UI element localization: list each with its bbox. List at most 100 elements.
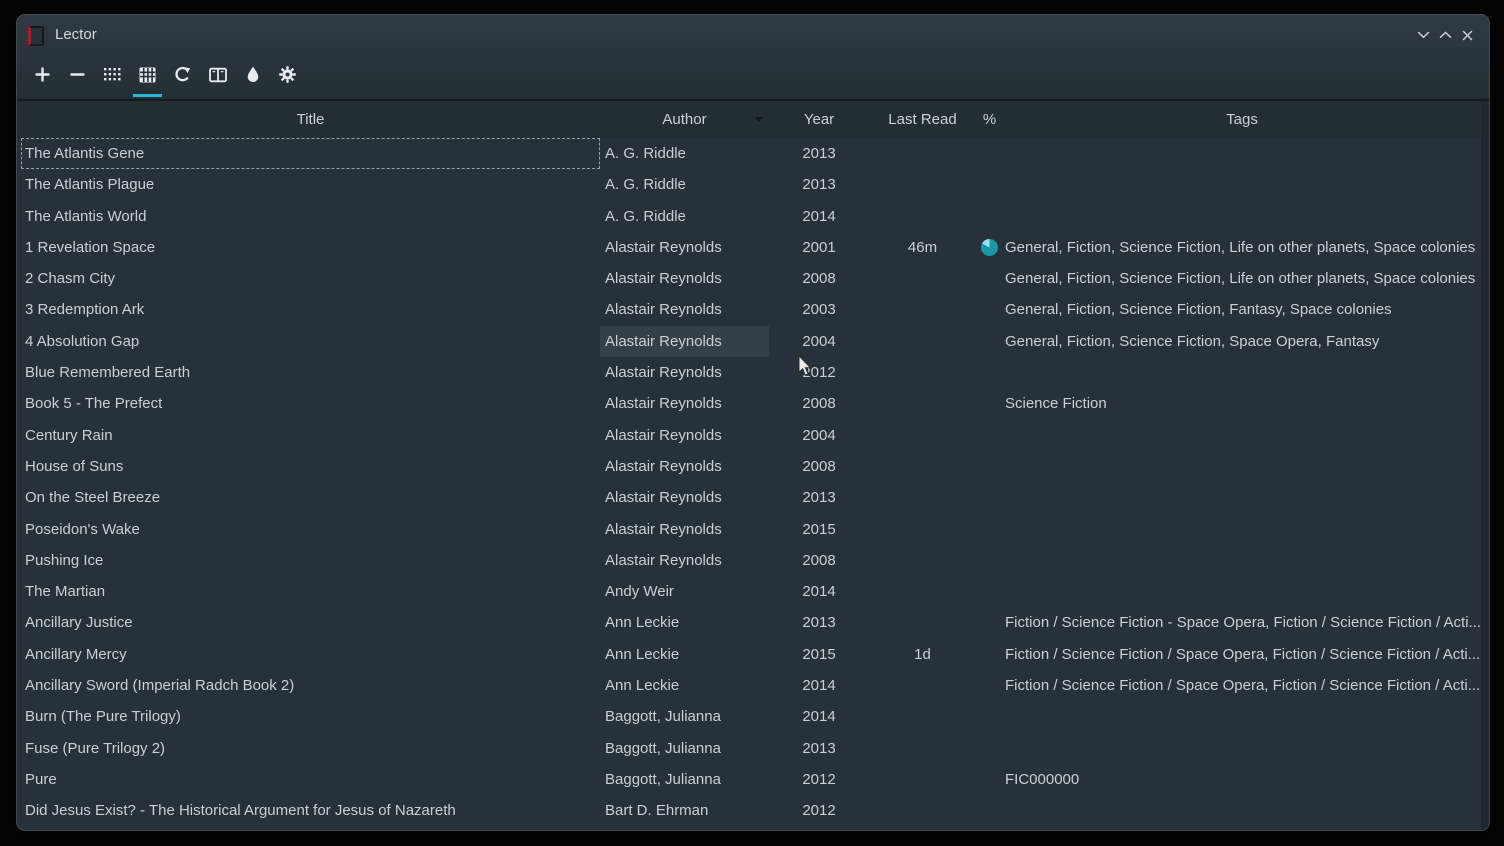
cell-tags[interactable]: General, Fiction, Science Fiction, Life …: [1003, 263, 1481, 294]
column-header-title[interactable]: Title: [21, 101, 600, 138]
cell-year[interactable]: 2008: [769, 451, 869, 482]
cell-last-read[interactable]: 1d: [869, 639, 976, 670]
cell-title[interactable]: Ancillary Justice: [21, 607, 600, 638]
cell-author[interactable]: A. G. Riddle: [600, 201, 769, 232]
cell-year[interactable]: 2003: [769, 294, 869, 325]
minimize-button[interactable]: [1416, 28, 1431, 43]
cell-author[interactable]: Alastair Reynolds: [600, 326, 769, 357]
cell-tags[interactable]: [1003, 701, 1481, 732]
table-row[interactable]: Blue Remembered EarthAlastair Reynolds20…: [21, 357, 1481, 388]
cell-tags[interactable]: [1003, 169, 1481, 200]
cell-author[interactable]: Alastair Reynolds: [600, 514, 769, 545]
cell-year[interactable]: 2001: [769, 232, 869, 263]
cell-year[interactable]: 2012: [769, 795, 869, 826]
cell-tags[interactable]: General, Fiction, Science Fiction, Fanta…: [1003, 294, 1481, 325]
cell-last-read[interactable]: [869, 451, 976, 482]
cell-title[interactable]: Book 5 - The Prefect: [21, 388, 600, 419]
cell-year[interactable]: 2004: [769, 326, 869, 357]
cell-progress[interactable]: [976, 545, 1003, 576]
cell-author[interactable]: A. G. Riddle: [600, 169, 769, 200]
cell-title[interactable]: 3 Redemption Ark: [21, 294, 600, 325]
cell-author[interactable]: Alastair Reynolds: [600, 263, 769, 294]
cell-author[interactable]: Baggott, Julianna: [600, 764, 769, 795]
cell-year[interactable]: 2013: [769, 169, 869, 200]
cell-progress[interactable]: [976, 670, 1003, 701]
cell-title[interactable]: Blue Remembered Earth: [21, 357, 600, 388]
column-header-last-read[interactable]: Last Read: [869, 101, 976, 138]
cell-last-read[interactable]: [869, 263, 976, 294]
cell-year[interactable]: 2012: [769, 764, 869, 795]
cell-progress[interactable]: [976, 764, 1003, 795]
cell-last-read[interactable]: [869, 670, 976, 701]
cell-author[interactable]: Alastair Reynolds: [600, 388, 769, 419]
close-button[interactable]: [1460, 28, 1475, 43]
cell-year[interactable]: 2008: [769, 388, 869, 419]
cell-author[interactable]: A. G. Riddle: [600, 138, 769, 169]
cell-tags[interactable]: General, Fiction, Science Fiction, Life …: [1003, 232, 1481, 263]
cell-last-read[interactable]: [869, 545, 976, 576]
cell-last-read[interactable]: [869, 388, 976, 419]
cell-title[interactable]: The Atlantis Plague: [21, 169, 600, 200]
table-row[interactable]: 4 Absolution GapAlastair Reynolds2004Gen…: [21, 326, 1481, 357]
cell-tags[interactable]: [1003, 733, 1481, 764]
table-row[interactable]: Ancillary MercyAnn Leckie20151dFiction /…: [21, 639, 1481, 670]
column-header-tags[interactable]: Tags: [1003, 101, 1481, 138]
cell-progress[interactable]: [976, 357, 1003, 388]
table-row[interactable]: Did Jesus Exist? - The Historical Argume…: [21, 795, 1481, 826]
cell-tags[interactable]: [1003, 545, 1481, 576]
cell-author[interactable]: Ann Leckie: [600, 639, 769, 670]
cell-progress[interactable]: [976, 607, 1003, 638]
settings-button[interactable]: [270, 61, 305, 93]
cell-last-read[interactable]: [869, 701, 976, 732]
table-row[interactable]: 1 Revelation SpaceAlastair Reynolds20014…: [21, 232, 1481, 263]
cell-year[interactable]: 2013: [769, 138, 869, 169]
cell-title[interactable]: The Atlantis Gene: [21, 138, 600, 169]
cell-tags[interactable]: [1003, 420, 1481, 451]
column-header-author[interactable]: Author: [600, 101, 769, 138]
cell-last-read[interactable]: [869, 201, 976, 232]
cell-tags[interactable]: FIC000000: [1003, 764, 1481, 795]
table-row[interactable]: 3 Redemption ArkAlastair Reynolds2003Gen…: [21, 294, 1481, 325]
cell-tags[interactable]: Fiction / Science Fiction / Space Opera,…: [1003, 670, 1481, 701]
cell-year[interactable]: 2014: [769, 701, 869, 732]
table-row[interactable]: The MartianAndy Weir2014: [21, 576, 1481, 607]
cell-author[interactable]: Alastair Reynolds: [600, 232, 769, 263]
cell-last-read[interactable]: [869, 576, 976, 607]
cell-progress[interactable]: [976, 388, 1003, 419]
cell-progress[interactable]: [976, 514, 1003, 545]
cell-year[interactable]: 2013: [769, 733, 869, 764]
cell-last-read[interactable]: [869, 357, 976, 388]
table-row[interactable]: Century RainAlastair Reynolds2004: [21, 420, 1481, 451]
cell-last-read[interactable]: [869, 482, 976, 513]
cell-progress[interactable]: [976, 733, 1003, 764]
library-button[interactable]: [200, 61, 235, 93]
cell-last-read[interactable]: [869, 607, 976, 638]
cell-tags[interactable]: Fiction / Science Fiction - Space Opera,…: [1003, 607, 1481, 638]
column-header-year[interactable]: Year: [769, 101, 869, 138]
cell-title[interactable]: Fuse (Pure Trilogy 2): [21, 733, 600, 764]
cell-last-read[interactable]: [869, 326, 976, 357]
cell-title[interactable]: Ancillary Sword (Imperial Radch Book 2): [21, 670, 600, 701]
cell-year[interactable]: 2014: [769, 201, 869, 232]
cell-tags[interactable]: Science Fiction: [1003, 388, 1481, 419]
cell-tags[interactable]: [1003, 576, 1481, 607]
add-book-button[interactable]: [25, 61, 60, 93]
refresh-button[interactable]: [165, 61, 200, 93]
table-row[interactable]: Poseidon's WakeAlastair Reynolds2015: [21, 514, 1481, 545]
cell-title[interactable]: Pushing Ice: [21, 545, 600, 576]
cell-progress[interactable]: [976, 169, 1003, 200]
cell-title[interactable]: The Atlantis World: [21, 201, 600, 232]
cell-progress[interactable]: [976, 451, 1003, 482]
table-row[interactable]: House of SunsAlastair Reynolds2008: [21, 451, 1481, 482]
table-view-button[interactable]: [130, 61, 165, 93]
cell-last-read[interactable]: [869, 733, 976, 764]
table-row[interactable]: The Atlantis WorldA. G. Riddle2014: [21, 201, 1481, 232]
cell-tags[interactable]: [1003, 482, 1481, 513]
table-row[interactable]: On the Steel BreezeAlastair Reynolds2013: [21, 482, 1481, 513]
cell-year[interactable]: 2015: [769, 514, 869, 545]
cell-title[interactable]: House of Suns: [21, 451, 600, 482]
cell-progress[interactable]: [976, 482, 1003, 513]
cell-year[interactable]: 2013: [769, 607, 869, 638]
cell-progress[interactable]: [976, 138, 1003, 169]
title-bar[interactable]: Lector: [17, 15, 1489, 55]
